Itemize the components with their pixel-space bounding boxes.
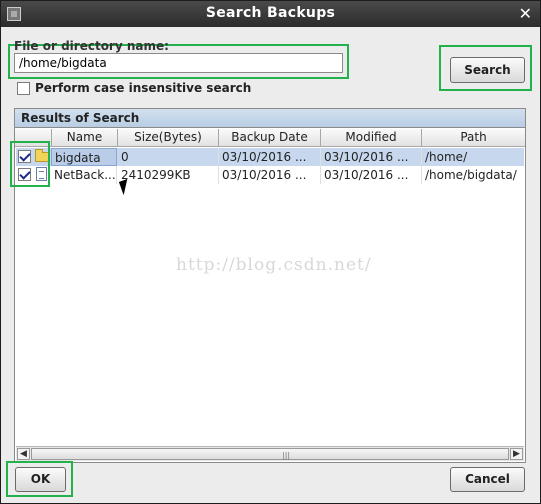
cancel-button-label: Cancel [465,472,510,486]
scrollbar-thumb[interactable]: ||| [31,448,509,460]
horizontal-scrollbar[interactable]: ◀ ||| ▶ [16,446,524,461]
cell-backup-date: 03/10/2016 ... [219,148,321,166]
case-insensitive-checkbox[interactable] [17,82,30,95]
watermark-text: http://blog.csdn.net/ [176,255,372,275]
scroll-right-icon[interactable]: ▶ [510,448,523,460]
path-field-label: File or directory name: [14,39,169,53]
scroll-left-icon[interactable]: ◀ [17,448,30,460]
table-row[interactable]: bigdata 0 03/10/2016 ... 03/10/2016 ... … [16,148,524,166]
cancel-button[interactable]: Cancel [450,467,525,492]
ok-button[interactable]: OK [15,467,66,492]
window-title: Search Backups [205,5,336,21]
path-input[interactable]: /home/bigdata [14,53,343,73]
case-insensitive-label: Perform case insensitive search [35,81,252,95]
cell-modified: 03/10/2016 ... [321,148,422,166]
cell-path: /home/ [425,150,468,164]
highlight-box-checkboxes [10,141,50,187]
column-header-modified[interactable]: Modified [321,129,422,147]
column-header-size[interactable]: Size(Bytes) [118,129,219,147]
table-row[interactable]: NetBack... 2410299KB 03/10/2016 ... 03/1… [16,166,524,184]
column-header-path[interactable]: Path [422,129,525,147]
cell-backup-date: 03/10/2016 ... [219,166,321,184]
search-backups-dialog: Search Backups ✕ File or directory name:… [0,0,541,504]
results-panel: Results of Search Name Size(Bytes) Backu… [14,108,526,463]
cell-name: NetBack... [51,166,117,184]
cell-size: 2410299KB [118,166,219,184]
column-header-backup-date[interactable]: Backup Date [219,129,321,147]
cell-path: /home/bigdata/ [425,168,517,182]
search-button[interactable]: Search [450,57,525,83]
close-icon[interactable]: ✕ [519,4,532,23]
cell-modified: 03/10/2016 ... [321,166,422,184]
search-button-label: Search [464,63,511,77]
cell-name: bigdata [51,148,117,166]
cell-size: 0 [118,148,219,166]
title-bar: Search Backups ✕ [1,1,540,27]
column-header-name[interactable]: Name [52,129,118,147]
grip-icon: ||| [282,451,291,460]
ok-button-label: OK [30,472,51,486]
results-header: Results of Search [15,109,525,128]
